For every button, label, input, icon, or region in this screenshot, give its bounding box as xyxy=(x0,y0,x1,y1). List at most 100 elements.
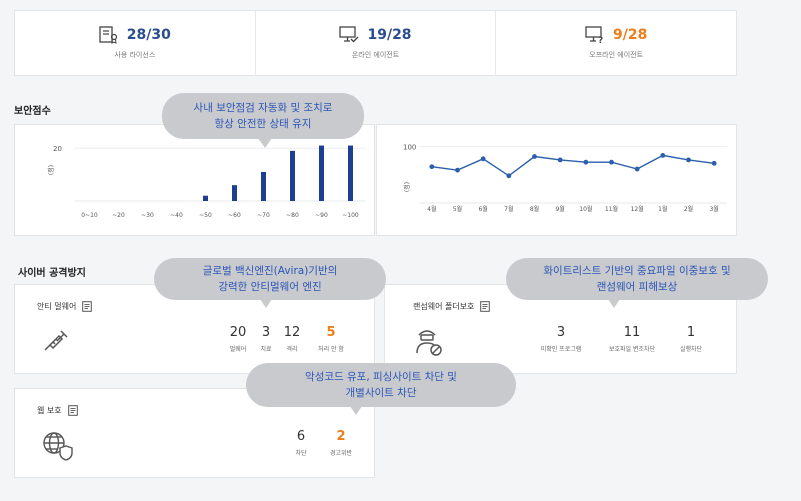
metric-execution-value: 1 xyxy=(686,325,696,340)
metric-unhandled-label: 처리 안 함 xyxy=(318,346,344,353)
whitelist-callout-line1: 화이트리스트 기반의 중요파일 이중보호 및 xyxy=(543,265,731,277)
ransomware-title-text: 랜섬웨어 폴더보호 xyxy=(413,302,475,311)
stat-licenses-value: 28/30 xyxy=(126,27,171,43)
metric-cured-value: 3 xyxy=(261,325,271,340)
line-xtick-label: 10월 xyxy=(579,205,592,213)
bar-xtick-label: ~30 xyxy=(141,212,154,219)
stat-offline-label: 오프라인 에이전트 xyxy=(589,51,644,59)
metric-warning-violation[interactable]: 2 경고위반 xyxy=(323,429,359,457)
line-xtick-label: 8월 xyxy=(530,205,539,213)
line-xtick-label: 1월 xyxy=(658,205,667,213)
bar xyxy=(232,185,237,201)
line-xtick-label: 6월 xyxy=(478,205,487,213)
score-distribution-chart[interactable]: 20 (점) 0~10 ~20 ~30 ~40 ~50 ~60 ~70 ~80 ~90 ~100 xyxy=(14,124,375,236)
line-point xyxy=(455,167,460,173)
svg-text:?: ? xyxy=(598,36,603,44)
automation-callout: 사내 보안점검 자동화 및 조치로 항상 안전한 상태 유지 xyxy=(162,93,364,139)
bar-xtick-label: ~60 xyxy=(228,212,241,219)
metric-unknown-label: 미확인 프로그램 xyxy=(540,346,582,353)
security-score-title: 보안점수 xyxy=(14,106,51,117)
bar xyxy=(319,145,324,201)
metric-tamper-value: 11 xyxy=(623,325,641,340)
metric-malware-label: 멀웨어 xyxy=(229,346,247,353)
metric-malware-value: 20 xyxy=(229,325,247,340)
web-protection-title: 웹 보호 xyxy=(37,405,78,416)
metric-quarantined-label: 격리 xyxy=(286,346,298,353)
stat-online-agents[interactable]: 19/28 온라인 에이전트 xyxy=(256,11,497,75)
metric-unknown-value: 3 xyxy=(556,325,566,340)
metric-quarantined[interactable]: 12 격리 xyxy=(280,325,304,353)
bar-xtick-label: ~70 xyxy=(257,212,270,219)
monthly-score-chart[interactable]: 100 (점) 4월 5월 6월 7월 8월 9월 10월 11월 12월 1월 2월 3월 xyxy=(376,124,737,236)
line-ylabel: (점) xyxy=(404,182,411,192)
line-xtick-label: 7월 xyxy=(504,205,513,213)
stat-licenses[interactable]: 28/30 사용 라이선스 xyxy=(15,11,256,75)
ransomware-title: 랜섬웨어 폴더보호 xyxy=(413,301,491,312)
metric-blocked[interactable]: 6 차단 xyxy=(291,429,311,457)
whitelist-callout-line2: 랜섬웨어 피해보상 xyxy=(596,281,678,293)
line-xtick-label: 2월 xyxy=(684,205,693,213)
line-xtick-label: 3월 xyxy=(709,205,718,213)
offline-monitor-icon: ? xyxy=(585,26,603,44)
antivirus-engine-callout-line1: 글로벌 백신엔진(Avira)기반의 xyxy=(202,265,338,277)
metric-unhandled[interactable]: 5 처리 안 함 xyxy=(311,325,351,353)
metric-unknown-programs[interactable]: 3 미확인 프로그램 xyxy=(535,325,587,353)
bar xyxy=(348,145,353,201)
line-xtick-label: 11월 xyxy=(605,205,618,213)
line-xtick-label: 4월 xyxy=(427,205,436,213)
antivirus-engine-callout-tail xyxy=(260,299,272,308)
stat-online-value: 19/28 xyxy=(367,27,412,43)
whitelist-callout-tail xyxy=(608,299,620,308)
web-block-callout: 악성코드 유포, 피싱사이트 차단 및 개별사이트 차단 xyxy=(246,363,516,407)
bar-xtick-label: ~50 xyxy=(199,212,212,219)
line-chart-svg: 100 (점) 4월 5월 6월 7월 8월 9월 10월 11월 12월 1월 2월 3월 xyxy=(403,143,727,213)
license-icon xyxy=(99,26,117,44)
line-point xyxy=(686,157,691,163)
bar-xtick-label: ~40 xyxy=(170,212,183,219)
web-protection-title-text: 웹 보호 xyxy=(37,406,62,415)
metric-execution-blocked[interactable]: 1 실행차단 xyxy=(671,325,711,353)
line-point xyxy=(609,159,614,165)
metric-malware[interactable]: 20 멀웨어 xyxy=(224,325,252,353)
antimalware-title-text: 안티 멀웨어 xyxy=(37,302,77,311)
line-point xyxy=(480,156,486,162)
metric-tamper-blocked[interactable]: 11 보호파일 변조차단 xyxy=(601,325,663,353)
syringe-icon xyxy=(44,330,68,351)
web-block-callout-line1: 악성코드 유포, 피싱사이트 차단 및 xyxy=(305,371,457,383)
report-icon[interactable] xyxy=(82,301,93,312)
automation-callout-line1: 사내 보안점검 자동화 및 조치로 xyxy=(193,102,333,114)
line-point xyxy=(506,173,512,179)
hacker-blocked-icon xyxy=(416,330,442,356)
metric-quarantined-value: 12 xyxy=(283,325,301,340)
antimalware-title: 안티 멀웨어 xyxy=(37,301,93,312)
metric-unhandled-value: 5 xyxy=(326,325,336,340)
line-point xyxy=(660,153,666,158)
line-point xyxy=(634,166,640,172)
bar xyxy=(290,150,295,201)
bar xyxy=(261,171,266,201)
online-monitor-icon xyxy=(339,26,359,43)
line-point xyxy=(532,154,537,159)
license-stats-bar: 28/30 사용 라이선스 19/28 온라인 에이전트 ? 9/28 오프라인 xyxy=(14,10,737,76)
metric-tamper-label: 보호파일 변조차단 xyxy=(608,346,656,353)
bar-xtick-label: ~80 xyxy=(286,212,299,219)
report-icon[interactable] xyxy=(67,405,78,416)
metric-cured[interactable]: 3 치료 xyxy=(256,325,276,353)
web-block-callout-tail xyxy=(350,406,362,415)
metric-blocked-value: 6 xyxy=(296,429,306,444)
stat-offline-agents[interactable]: ? 9/28 오프라인 에이전트 xyxy=(496,11,736,75)
bar xyxy=(203,195,208,201)
globe-shield-icon xyxy=(43,432,73,461)
stat-online-label: 온라인 에이전트 xyxy=(351,51,400,59)
line-xtick-label: 12월 xyxy=(631,205,644,213)
antivirus-engine-callout: 글로벌 백신엔진(Avira)기반의 강력한 안티멀웨어 엔진 xyxy=(154,258,386,300)
line-point xyxy=(583,159,589,165)
bar-ylabel: (점) xyxy=(48,165,55,175)
stat-licenses-label: 사용 라이선스 xyxy=(114,51,156,59)
bar-xtick-label: ~100 xyxy=(342,212,359,219)
web-block-callout-line2: 개별사이트 차단 xyxy=(345,387,417,399)
automation-callout-tail xyxy=(258,138,272,148)
line-ytick-label: 100 xyxy=(403,143,416,151)
line-point xyxy=(711,160,717,166)
report-icon[interactable] xyxy=(480,301,491,312)
